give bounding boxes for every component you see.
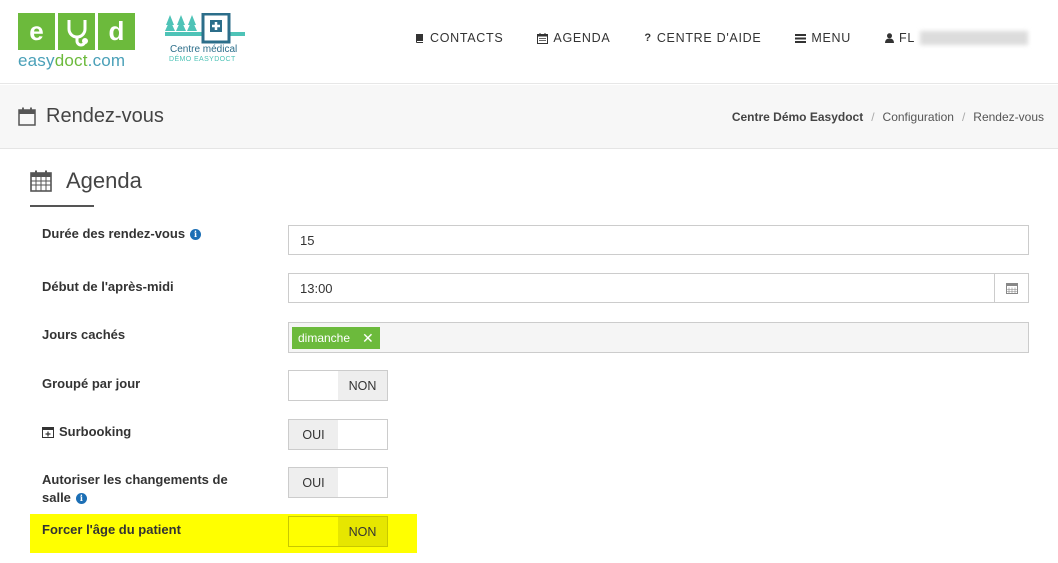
duree-input[interactable]: 15 xyxy=(288,225,1029,255)
toggle-handle xyxy=(289,517,338,546)
breadcrumb: Centre Démo Easydoct / Configuration / R… xyxy=(732,110,1044,124)
section-underline xyxy=(30,205,94,207)
toggle-state: OUI xyxy=(289,420,338,449)
jours-multiselect[interactable]: dimanche ✕ xyxy=(288,322,1029,353)
toggle-state: NON xyxy=(338,371,387,400)
toggle-handle xyxy=(338,420,387,449)
calendar-icon xyxy=(537,32,549,44)
question-icon: ? xyxy=(644,32,652,44)
debut-label: Début de l'après-midi xyxy=(42,279,174,294)
breadcrumb-centre[interactable]: Centre Démo Easydoct xyxy=(732,110,863,124)
book-icon xyxy=(415,33,423,43)
day-tag: dimanche ✕ xyxy=(292,327,380,349)
centre-logo-icon xyxy=(165,12,245,44)
page-title: Rendez-vous xyxy=(18,105,164,128)
nav-agenda[interactable]: AGENDA xyxy=(537,31,610,45)
jours-label: Jours cachés xyxy=(42,327,126,342)
logo-letter-d: d xyxy=(98,13,135,50)
forcer-label: Forcer l'âge du patient xyxy=(42,522,181,537)
centre-subtitle: DÉMO EASYDOCT xyxy=(169,56,236,63)
centre-logo: Centre médical DÉMO EASYDOCT xyxy=(165,12,245,68)
nav-menu[interactable]: MENU xyxy=(795,31,851,45)
forcer-toggle[interactable]: NON xyxy=(288,516,388,547)
breadcrumb-configuration[interactable]: Configuration xyxy=(883,110,954,124)
bars-icon xyxy=(795,33,807,43)
easydoct-logo[interactable]: e d easydoct.com xyxy=(18,13,138,71)
breadcrumb-separator: / xyxy=(961,110,966,124)
toggle-state: NON xyxy=(338,517,387,546)
toggle-handle xyxy=(289,371,338,400)
surbooking-label: Surbooking xyxy=(42,423,131,441)
logo-letter-e: e xyxy=(18,13,55,50)
info-icon[interactable]: i xyxy=(190,228,202,240)
nav-user[interactable]: FL xyxy=(885,31,1028,45)
debut-input[interactable]: 13:00 xyxy=(288,273,1029,303)
logo-wordmark: easydoct.com xyxy=(18,51,126,70)
toggle-handle xyxy=(338,468,387,497)
main-nav: CONTACTS AGENDA ? CENTRE D'AIDE MENU FL xyxy=(415,31,1028,45)
groupe-label: Groupé par jour xyxy=(42,376,141,391)
groupe-toggle[interactable]: NON xyxy=(288,370,388,401)
section-title: Agenda xyxy=(30,168,142,194)
calendar-picker-button[interactable] xyxy=(994,274,1028,302)
calendar-grid-icon xyxy=(30,170,52,192)
calendar-icon xyxy=(18,107,36,126)
autoriser-toggle[interactable]: OUI xyxy=(288,467,388,498)
centre-name: Centre médical xyxy=(170,44,238,55)
top-navbar: e d easydoct.com Centre médical DÉMO EAS… xyxy=(0,0,1058,84)
breadcrumb-separator: / xyxy=(871,110,875,124)
duree-label: Durée des rendez-vous i xyxy=(42,225,202,243)
user-icon xyxy=(885,33,894,43)
nav-contacts[interactable]: CONTACTS xyxy=(415,31,503,45)
calendar-plus-icon xyxy=(42,427,54,438)
calendar-icon xyxy=(1005,283,1018,294)
remove-tag-icon[interactable]: ✕ xyxy=(362,330,374,347)
user-name-redacted xyxy=(920,31,1028,45)
toggle-state: OUI xyxy=(289,468,338,497)
info-icon[interactable]: i xyxy=(75,492,87,504)
surbooking-toggle[interactable]: OUI xyxy=(288,419,388,450)
breadcrumb-current: Rendez-vous xyxy=(973,110,1044,124)
stethoscope-icon xyxy=(58,13,95,50)
nav-help[interactable]: ? CENTRE D'AIDE xyxy=(644,31,761,45)
autoriser-label: Autoriser les changements de salle i xyxy=(42,472,228,505)
page-header: Rendez-vous Centre Démo Easydoct / Confi… xyxy=(0,85,1058,149)
